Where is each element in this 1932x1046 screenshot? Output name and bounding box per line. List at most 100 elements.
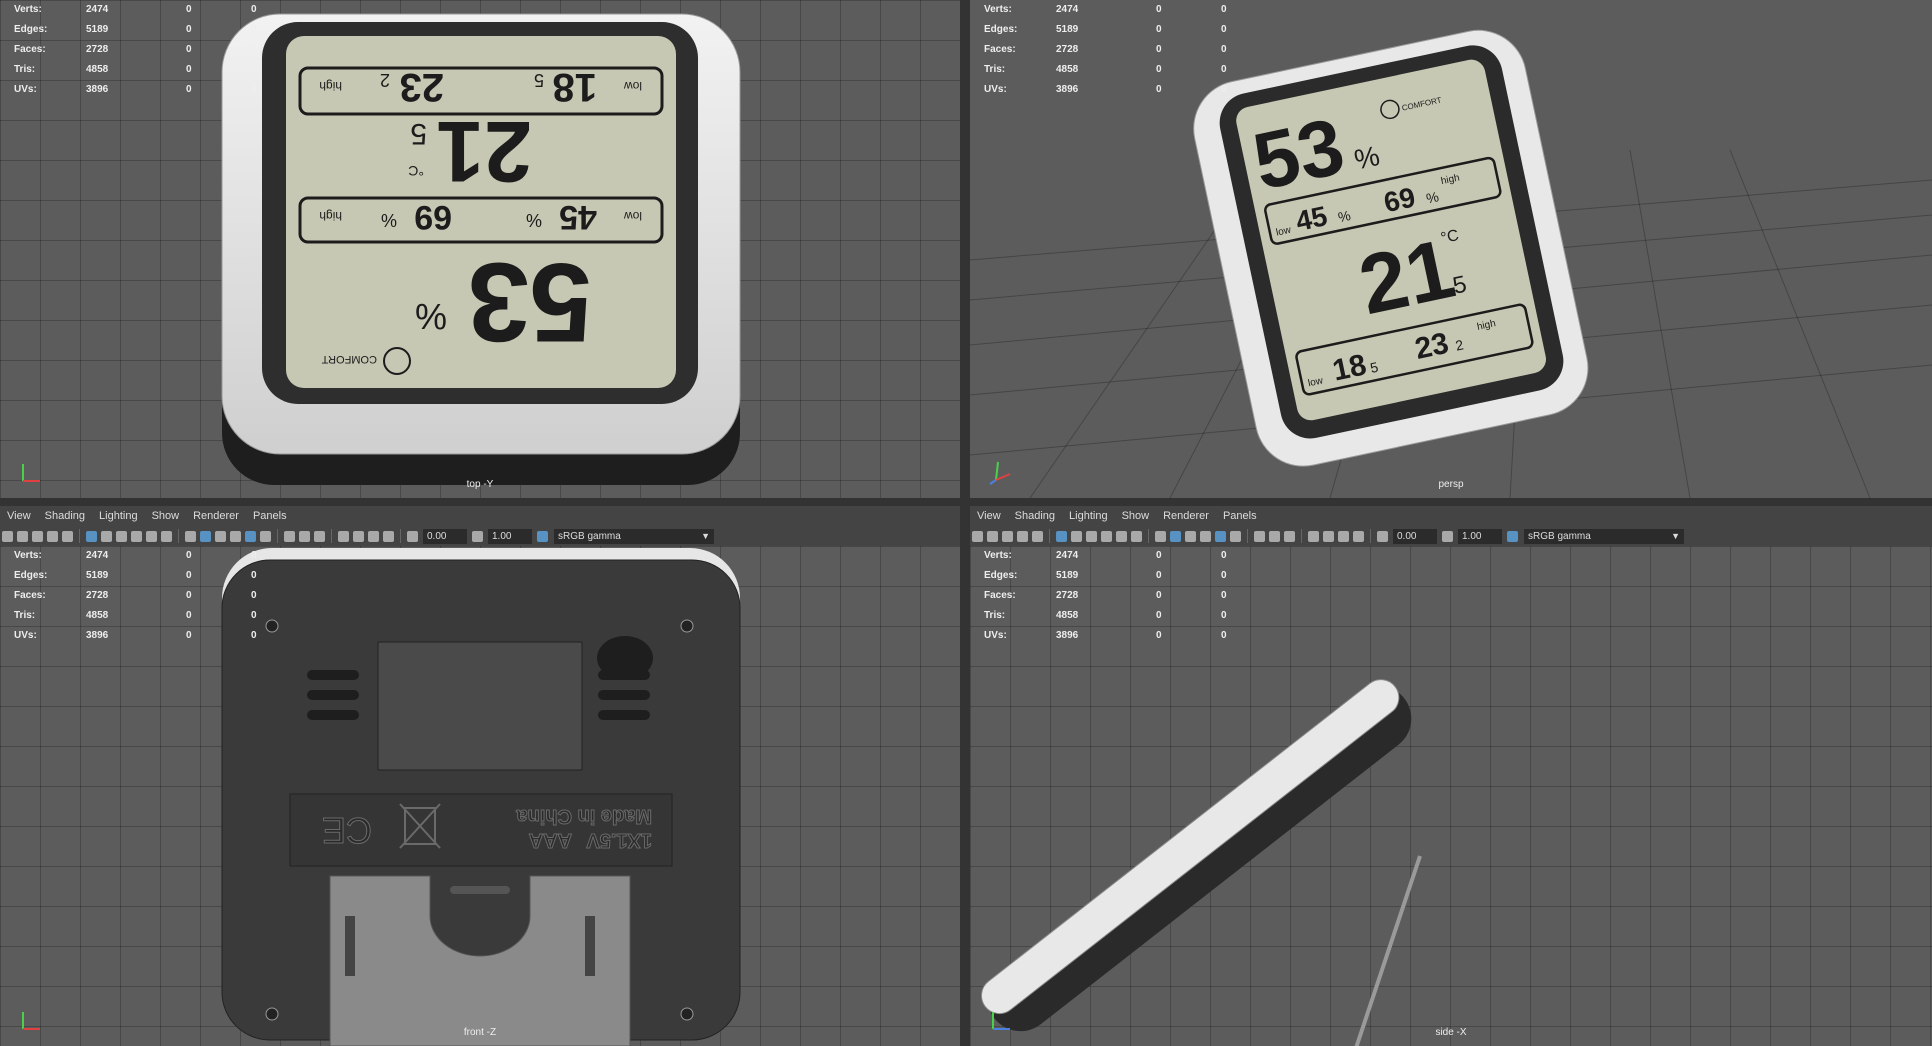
panel-splitter-vertical[interactable] [960,0,970,1046]
lcd-humidity-low-pct: % [526,210,542,230]
viewport-pane-persp[interactable]: 53 % COMFORT low 45 % 69 % high 21 5 °C [970,0,1932,498]
viewport-pane-front[interactable]: View Shading Lighting Show Renderer Pane… [0,506,960,1046]
separator [1247,529,1248,543]
color-space-dropdown[interactable]: sRGB gamma ▼ [1524,528,1684,544]
gamma-icon[interactable] [472,530,483,542]
safe-action-icon[interactable] [146,530,157,542]
antialias-icon[interactable] [314,530,325,542]
smooth-shade-icon[interactable] [200,530,211,542]
isolate-select-icon[interactable] [338,530,349,542]
gamma-input[interactable]: 1.00 [488,528,532,544]
color-management-icon[interactable] [1507,530,1518,542]
separator [1049,529,1050,543]
backface-icon[interactable] [383,530,394,542]
shadows-icon[interactable] [245,530,256,542]
viewport-front[interactable]: 1X1.5V AAA Made in China CE Verts: 2474 0 0… [0,546,960,1046]
lcd-high-label: high [319,79,342,93]
menu-panels[interactable]: Panels [246,510,294,522]
menu-panels[interactable]: Panels [1216,510,1264,522]
shadows-icon[interactable] [1215,530,1226,542]
camera-label: front -Z [463,1027,497,1038]
exposure-input[interactable]: 0.00 [1393,528,1437,544]
textured-icon[interactable] [215,530,226,542]
viewport-pane-side[interactable]: View Shading Lighting Show Renderer Pane… [970,506,1932,1046]
color-space-value: sRGB gamma [558,530,621,542]
grid-toggle-icon[interactable] [62,530,73,542]
gate-mask-icon[interactable] [116,530,127,542]
lcd-humidity-high: 69 [414,198,452,236]
menu-lighting[interactable]: Lighting [92,510,145,522]
color-space-dropdown[interactable]: sRGB gamma ▼ [554,528,714,544]
viewport-pane-top[interactable]: low 18 5 23 2 high 21 5 °C low 45 % 69 %… [0,0,960,498]
motion-blur-icon[interactable] [299,530,310,542]
field-chart-icon[interactable] [131,530,142,542]
menu-shading[interactable]: Shading [38,510,92,522]
back-ce-mark: CE [322,810,372,851]
lcd-high-temp-persp: 23 [1412,327,1452,366]
menu-view[interactable]: View [970,510,1008,522]
ambient-occlusion-icon[interactable] [284,530,295,542]
menu-show[interactable]: Show [1115,510,1157,522]
image-plane-icon[interactable] [47,530,58,542]
camera-attributes-icon[interactable] [17,530,28,542]
backface-icon[interactable] [1353,530,1364,542]
lcd-low-label: low [624,79,642,93]
textured-icon[interactable] [1185,530,1196,542]
xray-active-icon[interactable] [1338,530,1349,542]
gamma-icon[interactable] [1442,530,1453,542]
antialias-icon[interactable] [1284,530,1295,542]
grid-toggle-icon[interactable] [1032,530,1043,542]
exposure-input[interactable]: 0.00 [423,528,467,544]
field-chart-icon[interactable] [1101,530,1112,542]
viewport-side[interactable]: Verts: 2474 0 0 Edges: 5189 0 0 Faces: 2728 0 0 T… [970,546,1932,1046]
ambient-occlusion-icon[interactable] [1254,530,1265,542]
separator [400,529,401,543]
lcd-low-temp: 18 [553,65,598,109]
viewport-persp[interactable]: 53 % COMFORT low 45 % 69 % high 21 5 °C [970,0,1932,498]
camera-icon[interactable] [2,530,13,542]
xray-joints-icon[interactable] [1323,530,1334,542]
camera-label: persp [1438,479,1464,490]
color-management-icon[interactable] [537,530,548,542]
back-battery: AAA [529,829,572,851]
wireframe-icon[interactable] [1155,530,1166,542]
film-gate-icon[interactable] [86,530,97,542]
xray-icon[interactable] [1230,530,1241,542]
lcd-humidity-high-label: high [319,209,342,223]
gate-mask-icon[interactable] [1086,530,1097,542]
bookmark-icon[interactable] [32,530,43,542]
panel-splitter-horizontal[interactable] [0,498,1932,506]
lights-icon[interactable] [1200,530,1211,542]
menu-show[interactable]: Show [145,510,187,522]
menu-renderer[interactable]: Renderer [1156,510,1216,522]
bookmark-icon[interactable] [1002,530,1013,542]
resolution-gate-icon[interactable] [1071,530,1082,542]
poly-count-hud: Verts: 2474 0 0 Edges: 5189 0 0 Faces: 2728 0 0 T… [14,550,257,641]
viewport-top[interactable]: low 18 5 23 2 high 21 5 °C low 45 % 69 %… [0,0,960,498]
menu-lighting[interactable]: Lighting [1062,510,1115,522]
wireframe-icon[interactable] [185,530,196,542]
motion-blur-icon[interactable] [1269,530,1280,542]
menu-view[interactable]: View [0,510,38,522]
xray-joints-icon[interactable] [353,530,364,542]
menu-shading[interactable]: Shading [1008,510,1062,522]
smooth-shade-icon[interactable] [1170,530,1181,542]
camera-icon[interactable] [972,530,983,542]
gamma-input[interactable]: 1.00 [1458,528,1502,544]
xray-icon[interactable] [260,530,271,542]
separator [178,529,179,543]
xray-active-icon[interactable] [368,530,379,542]
exposure-icon[interactable] [1377,530,1388,542]
poly-count-hud: Verts: 2474 0 0 Edges: 5189 0 0 Faces: 2728 0 0 T… [14,4,257,95]
menu-renderer[interactable]: Renderer [186,510,246,522]
film-gate-icon[interactable] [1056,530,1067,542]
camera-attributes-icon[interactable] [987,530,998,542]
exposure-icon[interactable] [407,530,418,542]
image-plane-icon[interactable] [1017,530,1028,542]
safe-title-icon[interactable] [1131,530,1142,542]
safe-action-icon[interactable] [1116,530,1127,542]
lights-icon[interactable] [230,530,241,542]
safe-title-icon[interactable] [161,530,172,542]
resolution-gate-icon[interactable] [101,530,112,542]
isolate-select-icon[interactable] [1308,530,1319,542]
